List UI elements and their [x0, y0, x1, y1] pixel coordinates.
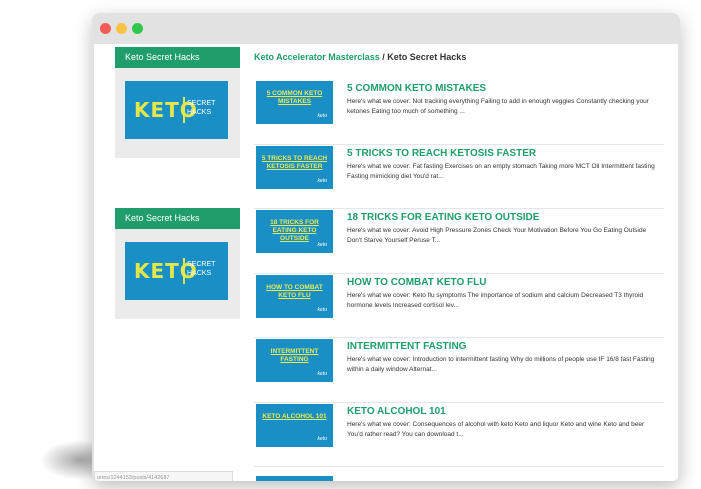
- lesson-thumbnail[interactable]: 5 TRICKS TO REACH KETOSIS FASTER keto: [256, 145, 333, 189]
- logo-divider: [183, 97, 185, 123]
- maximize-window-button[interactable]: [132, 23, 143, 34]
- lesson-row[interactable]: INTERMITTENT FASTING keto INTERMITTENT F…: [254, 338, 664, 403]
- lesson-row[interactable]: 5 TRICKS TO REACH KETOSIS FASTER keto 5 …: [254, 145, 664, 209]
- lesson-thumbnail[interactable]: 18 TRICKS FOR EATING KETO OUTSIDE keto: [256, 210, 333, 253]
- lesson-thumbnail-partial[interactable]: [256, 476, 333, 481]
- lesson-title[interactable]: 5 COMMON KETO MISTAKES: [347, 83, 486, 94]
- thumbnail-title: 5 TRICKS TO REACH KETOSIS FASTER: [261, 154, 328, 170]
- lesson-row[interactable]: HOW TO COMBAT KETO FLU keto HOW TO COMBA…: [254, 274, 664, 338]
- thumbnail-watermark: keto: [317, 242, 327, 248]
- lesson-list: 5 COMMON KETO MISTAKES keto 5 COMMON KET…: [254, 80, 664, 467]
- logo-subtitle-top: SECRET: [187, 100, 216, 107]
- lesson-title[interactable]: KETO ALCOHOL 101: [347, 406, 446, 417]
- thumbnail-title: INTERMITTENT FASTING: [270, 348, 319, 363]
- lesson-title[interactable]: 5 TRICKS TO REACH KETOSIS FASTER: [347, 148, 536, 159]
- thumbnail-title: 5 COMMON KETO MISTAKES: [266, 90, 323, 105]
- lesson-description: Here's what we cover: Not tracking every…: [347, 98, 649, 115]
- lesson-title[interactable]: HOW TO COMBAT KETO FLU: [347, 277, 486, 288]
- keto-secret-hacks-thumbnail[interactable]: KETO SECRET HACKS: [125, 81, 228, 139]
- lesson-description: Here's what we cover: Fat fasting Exerci…: [347, 162, 655, 180]
- lesson-description: Here's what we cover: Avoid High Pressur…: [347, 227, 647, 244]
- thumbnail-watermark: keto: [317, 113, 327, 119]
- lesson-description: Here's what we cover: Consequences of al…: [347, 420, 645, 438]
- lesson-thumbnail[interactable]: 5 COMMON KETO MISTAKES keto: [256, 81, 333, 124]
- breadcrumb-current: Keto Secret Hacks: [387, 52, 467, 62]
- breadcrumb-link-course[interactable]: Keto Accelerator Masterclass: [254, 52, 380, 62]
- breadcrumb-separator: /: [382, 52, 385, 62]
- lesson-title[interactable]: 18 TRICKS FOR EATING KETO OUTSIDE: [347, 212, 539, 223]
- thumbnail-watermark: keto: [317, 177, 327, 184]
- thumbnail-watermark: keto: [317, 371, 327, 377]
- sidebar-card-heading: Keto Secret Hacks: [115, 47, 240, 68]
- lesson-thumbnail[interactable]: HOW TO COMBAT KETO FLU keto: [256, 274, 333, 318]
- status-bar-url: ories/1244153/posts/4142687: [94, 471, 233, 481]
- lesson-title[interactable]: INTERMITTENT FASTING: [347, 341, 466, 352]
- lesson-row[interactable]: 18 TRICKS FOR EATING KETO OUTSIDE keto 1…: [254, 209, 664, 274]
- lesson-row[interactable]: 5 COMMON KETO MISTAKES keto 5 COMMON KET…: [254, 80, 664, 145]
- thumbnail-watermark: keto: [317, 306, 327, 313]
- thumbnail-title: HOW TO COMBAT KETO FLU: [266, 283, 323, 299]
- lesson-row[interactable]: KETO ALCOHOL 101 keto KETO ALCOHOL 101 H…: [254, 403, 664, 467]
- thumbnail-title: KETO ALCOHOL 101: [262, 412, 327, 420]
- logo-divider: [183, 258, 185, 284]
- keto-secret-hacks-thumbnail[interactable]: KETO SECRET HACKS: [125, 242, 228, 300]
- lesson-thumbnail[interactable]: INTERMITTENT FASTING keto: [256, 339, 333, 382]
- sidebar-card[interactable]: Keto Secret Hacks KETO SECRET HACKS: [115, 47, 240, 158]
- close-window-button[interactable]: [100, 23, 111, 34]
- logo-subtitle-bottom: HACKS: [187, 270, 212, 277]
- sidebar-card[interactable]: Keto Secret Hacks KETO SECRET HACKS: [115, 208, 240, 319]
- minimize-window-button[interactable]: [116, 23, 127, 34]
- lesson-description: Here's what we cover: Keto flu symptoms …: [347, 291, 644, 309]
- browser-window: Keto Secret Hacks KETO SECRET HACKS Keto…: [92, 13, 680, 481]
- page-content: Keto Secret Hacks KETO SECRET HACKS Keto…: [94, 44, 678, 481]
- logo-subtitle-bottom: HACKS: [187, 109, 212, 116]
- thumbnail-watermark: keto: [317, 435, 327, 442]
- lesson-description: Here's what we cover: Introduction to in…: [347, 356, 655, 373]
- sidebar-card-heading: Keto Secret Hacks: [115, 208, 240, 229]
- lesson-thumbnail[interactable]: KETO ALCOHOL 101 keto: [256, 403, 333, 447]
- breadcrumb: Keto Accelerator Masterclass / Keto Secr…: [254, 52, 466, 62]
- logo-subtitle-top: SECRET: [187, 261, 216, 268]
- thumbnail-title: 18 TRICKS FOR EATING KETO OUTSIDE: [270, 219, 319, 242]
